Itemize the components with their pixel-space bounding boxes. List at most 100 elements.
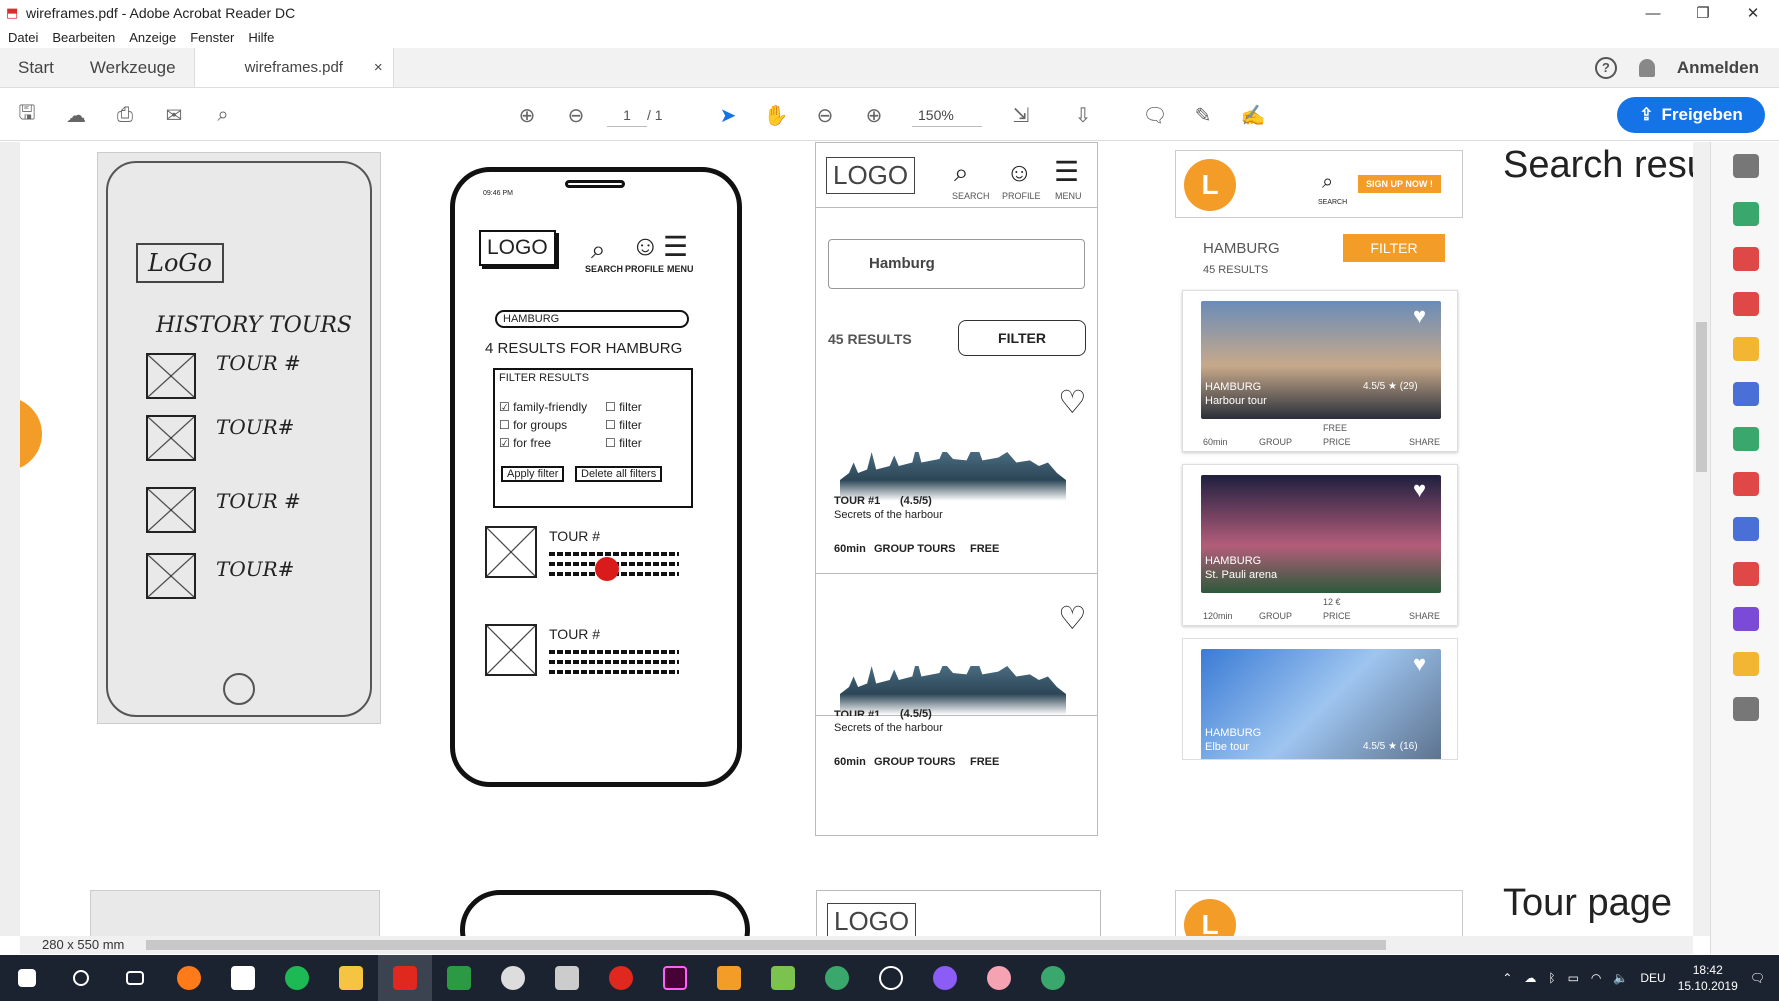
menu-datei[interactable]: Datei <box>8 30 38 45</box>
save-icon[interactable]: 🖫 <box>14 102 40 128</box>
filter-right-1[interactable]: ☐ filter <box>605 400 642 414</box>
tab-document[interactable]: wireframes.pdf × <box>193 48 394 87</box>
onedrive-icon[interactable]: ☁ <box>1524 971 1536 985</box>
volume-icon[interactable]: 🔈 <box>1613 971 1628 985</box>
signin-button[interactable]: Anmelden <box>1677 58 1759 78</box>
menu-bearbeiten[interactable]: Bearbeiten <box>52 30 115 45</box>
calculator-icon[interactable] <box>540 955 594 1001</box>
language-indicator[interactable]: DEU <box>1640 971 1665 985</box>
phone-search-input[interactable]: HAMBURG <box>495 310 689 328</box>
excel-icon[interactable] <box>432 955 486 1001</box>
upload-icon[interactable]: ☁ <box>63 102 89 128</box>
clock[interactable]: 18:42 15.10.2019 <box>1678 962 1738 994</box>
tab-start[interactable]: Start <box>0 48 72 87</box>
search-taskbar-icon[interactable] <box>54 955 108 1001</box>
fit-page-icon[interactable]: ⇲ <box>1008 102 1034 128</box>
search-icon[interactable]: ⌕ <box>591 234 606 266</box>
wf4-heart-icon-2[interactable]: ♥ <box>1413 477 1426 503</box>
wf4-card-3[interactable]: ♥ HAMBURG Elbe tour 4.5/5 ★ (16) <box>1182 638 1458 760</box>
delete-filters-button[interactable]: Delete all filters <box>575 466 663 482</box>
fill-sign-icon[interactable] <box>1733 472 1759 496</box>
page-up-icon[interactable]: ⊕ <box>514 102 540 128</box>
battery-icon[interactable]: ▭ <box>1568 971 1579 985</box>
apply-filter-button[interactable]: Apply filter <box>501 466 565 482</box>
emoji-icon[interactable] <box>486 955 540 1001</box>
left-panel-toggle[interactable] <box>0 142 20 936</box>
filter-right-3[interactable]: ☐ filter <box>605 436 642 450</box>
combine-icon[interactable] <box>1733 382 1759 406</box>
print-icon[interactable]: ⎙ <box>112 102 138 128</box>
clock-app-icon[interactable] <box>864 955 918 1001</box>
wifi-icon[interactable]: ◠ <box>1591 971 1601 985</box>
menu-fenster[interactable]: Fenster <box>190 30 234 45</box>
page-down-icon[interactable]: ⊖ <box>563 102 589 128</box>
acrobat-taskbar-icon[interactable] <box>378 955 432 1001</box>
wf4-heart-icon-3[interactable]: ♥ <box>1413 651 1426 677</box>
purple-app-icon[interactable] <box>918 955 972 1001</box>
green-app-icon[interactable] <box>1026 955 1080 1001</box>
zoom-out-icon[interactable]: ⊖ <box>812 102 838 128</box>
create-pdf-icon[interactable] <box>1733 247 1759 271</box>
share-button[interactable]: ⇪ Freigeben <box>1617 97 1765 133</box>
mail-icon[interactable]: ✉ <box>161 102 187 128</box>
document-icon[interactable] <box>702 955 756 1001</box>
highlight-icon[interactable]: ✎ <box>1190 102 1216 128</box>
menu-icon[interactable]: ☰ <box>663 230 688 263</box>
horizontal-scroll-thumb[interactable] <box>146 940 1386 950</box>
wf4-card-2[interactable]: ♥ HAMBURG St. Pauli arena 120min GROUP 1… <box>1182 464 1458 626</box>
close-window-button[interactable]: ✕ <box>1730 0 1776 26</box>
protect-icon[interactable] <box>1733 517 1759 541</box>
filter-left-3[interactable]: ☑ for free <box>499 436 551 450</box>
chrome-like-icon[interactable] <box>810 955 864 1001</box>
select-cursor-icon[interactable]: ➤ <box>715 102 741 128</box>
menu-anzeige[interactable]: Anzeige <box>129 30 176 45</box>
wf3-menu-icon[interactable]: ☰ <box>1054 155 1079 188</box>
tray-chevron-icon[interactable]: ⌃ <box>1502 971 1512 985</box>
notification-icon[interactable]: 🗨 <box>1750 971 1765 985</box>
file-explorer-icon[interactable] <box>324 955 378 1001</box>
minimize-button[interactable]: — <box>1630 0 1676 26</box>
edit-pdf-icon[interactable] <box>1733 292 1759 316</box>
opera-icon[interactable] <box>594 955 648 1001</box>
cloud-app-icon[interactable] <box>972 955 1026 1001</box>
pdf-rail-icon[interactable] <box>1733 562 1759 586</box>
wf3-search-icon[interactable]: ⌕ <box>954 157 969 189</box>
menu-hilfe[interactable]: Hilfe <box>248 30 274 45</box>
tab-tools[interactable]: Werkzeuge <box>72 48 194 87</box>
filter-right-2[interactable]: ☐ filter <box>605 418 642 432</box>
spotify-icon[interactable] <box>270 955 324 1001</box>
close-tab-icon[interactable]: × <box>374 59 383 76</box>
comment-rail-icon[interactable] <box>1733 337 1759 361</box>
wf4-search-icon[interactable]: ⌕ <box>1322 171 1333 194</box>
hand-tool-icon[interactable]: ✋ <box>763 102 789 128</box>
horizontal-scrollbar[interactable] <box>140 936 1693 954</box>
task-view-icon[interactable] <box>108 955 162 1001</box>
zoom-rail-icon[interactable] <box>1733 154 1759 178</box>
vertical-scrollbar[interactable] <box>1693 142 1710 936</box>
notes-icon[interactable] <box>756 955 810 1001</box>
page-number-input[interactable]: 1 <box>607 103 647 127</box>
wf4-card2-share[interactable]: SHARE <box>1409 611 1440 621</box>
wf4-card1-share[interactable]: SHARE <box>1409 437 1440 447</box>
bell-icon[interactable] <box>1638 58 1655 77</box>
wf4-signup-button[interactable]: SIGN UP NOW ! <box>1358 175 1441 193</box>
restore-button[interactable]: ❐ <box>1680 0 1726 26</box>
help-icon[interactable]: ? <box>1594 56 1617 79</box>
adobe-xd-icon[interactable] <box>648 955 702 1001</box>
dropbox-icon[interactable] <box>216 955 270 1001</box>
wf3-heart-icon-2[interactable]: ♡ <box>1058 599 1087 637</box>
comment-icon[interactable]: 🗨 <box>1142 102 1168 128</box>
wf4-card-1[interactable]: ♥ HAMBURG Harbour tour 4.5/5 ★ (29) 60mi… <box>1182 290 1458 452</box>
filter-left-2[interactable]: ☐ for groups <box>499 418 567 432</box>
firefox-icon[interactable] <box>162 955 216 1001</box>
wf3-search-input[interactable]: Hamburg <box>828 239 1085 289</box>
export-pdf-icon[interactable] <box>1733 202 1759 226</box>
scroll-mode-icon[interactable]: ⇩ <box>1070 102 1096 128</box>
organize-icon[interactable] <box>1733 427 1759 451</box>
windows-start-icon[interactable] <box>0 955 54 1001</box>
wf4-heart-icon-1[interactable]: ♥ <box>1413 303 1426 329</box>
bluetooth-icon[interactable]: ᛒ <box>1548 971 1555 985</box>
send-icon[interactable] <box>1733 652 1759 676</box>
wf3-profile-icon[interactable]: ☺ <box>1006 157 1033 188</box>
sign-icon[interactable]: ✍ <box>1240 102 1266 128</box>
